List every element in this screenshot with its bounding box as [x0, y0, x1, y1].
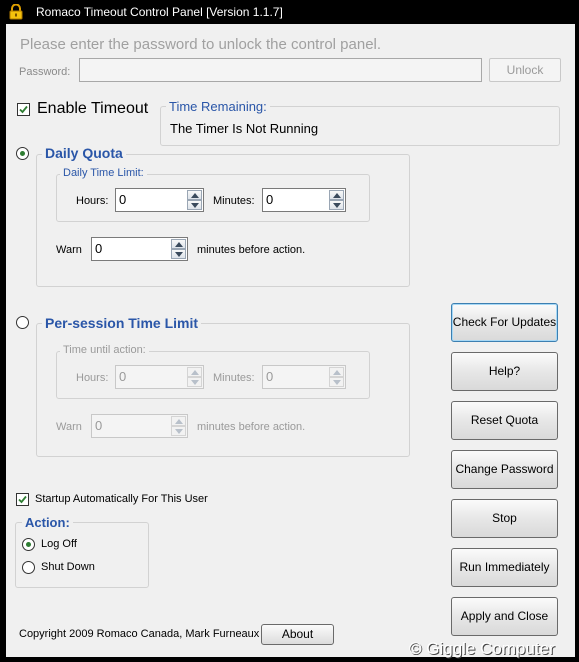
run-immediately-button[interactable]: Run Immediately	[451, 548, 558, 587]
shut-down-label: Shut Down	[41, 561, 95, 573]
action-label: Action:	[22, 515, 73, 530]
check-for-updates-button[interactable]: Check For Updates	[451, 303, 558, 342]
copyright-text: Copyright 2009 Romaco Canada, Mark Furne…	[19, 628, 260, 640]
spin-down-arrow-icon[interactable]	[329, 200, 344, 210]
lock-icon	[9, 4, 23, 20]
title-bar[interactable]: Romaco Timeout Control Panel [Version 1.…	[0, 0, 579, 24]
session-warn-suffix: minutes before action.	[197, 421, 306, 433]
session-warn-value: 0	[95, 418, 103, 433]
session-hours-spinner[interactable]: 0	[115, 365, 204, 389]
startup-label: Startup Automatically For This User	[35, 493, 208, 505]
startup-checkbox[interactable]	[16, 493, 29, 506]
enable-timeout-label: Enable Timeout	[37, 100, 149, 117]
spin-down-arrow-icon[interactable]	[329, 377, 344, 387]
control-panel: Please enter the password to unlock the …	[6, 24, 575, 657]
help-button[interactable]: Help?	[451, 352, 558, 391]
daily-time-limit-label: Daily Time Limit:	[60, 167, 147, 179]
session-hours-label: Hours:	[76, 372, 109, 384]
time-until-action-label: Time until action:	[60, 344, 149, 356]
daily-quota-label: Daily Quota	[42, 145, 126, 161]
daily-minutes-spinner[interactable]: 0	[262, 188, 346, 212]
daily-hours-label: Hours:	[76, 195, 109, 207]
time-remaining-value: The Timer Is Not Running	[170, 121, 319, 136]
window-title: Romaco Timeout Control Panel [Version 1.…	[36, 5, 283, 19]
spin-down-arrow-icon[interactable]	[171, 249, 186, 259]
daily-warn-label: Warn	[56, 244, 82, 256]
action-group	[15, 522, 149, 588]
change-password-button[interactable]: Change Password	[451, 450, 558, 489]
session-minutes-spinner[interactable]: 0	[262, 365, 346, 389]
session-hours-value: 0	[119, 369, 127, 384]
password-input[interactable]	[79, 58, 482, 82]
log-off-label: Log Off	[41, 538, 77, 550]
daily-warn-suffix: minutes before action.	[197, 244, 306, 256]
enable-timeout-checkbox[interactable]	[17, 103, 30, 116]
unlock-prompt: Please enter the password to unlock the …	[20, 36, 382, 53]
daily-warn-spinner[interactable]: 0	[91, 237, 188, 261]
checkmark-icon	[19, 105, 28, 114]
spin-down-arrow-icon[interactable]	[171, 426, 186, 436]
checkmark-icon	[18, 495, 27, 504]
spin-up-arrow-icon[interactable]	[187, 190, 202, 200]
daily-warn-value: 0	[95, 241, 103, 256]
spin-up-arrow-icon[interactable]	[329, 367, 344, 377]
daily-minutes-label: Minutes:	[213, 195, 255, 207]
daily-hours-value: 0	[119, 192, 127, 207]
apply-and-close-button[interactable]: Apply and Close	[451, 597, 558, 636]
daily-minutes-value: 0	[266, 192, 274, 207]
session-minutes-label: Minutes:	[213, 372, 255, 384]
time-remaining-label: Time Remaining:	[166, 99, 270, 114]
shut-down-radio[interactable]	[22, 561, 35, 574]
per-session-label: Per-session Time Limit	[42, 315, 202, 331]
session-minutes-value: 0	[266, 369, 274, 384]
daily-quota-radio[interactable]	[16, 147, 29, 160]
session-warn-label: Warn	[56, 421, 82, 433]
watermark: © Giggle Computer	[409, 639, 555, 658]
log-off-radio[interactable]	[22, 538, 35, 551]
reset-quota-button[interactable]: Reset Quota	[451, 401, 558, 440]
spin-up-arrow-icon[interactable]	[187, 367, 202, 377]
spin-up-arrow-icon[interactable]	[171, 239, 186, 249]
about-button[interactable]: About	[261, 624, 334, 645]
spin-down-arrow-icon[interactable]	[187, 200, 202, 210]
session-warn-spinner[interactable]: 0	[91, 414, 188, 438]
spin-up-arrow-icon[interactable]	[329, 190, 344, 200]
daily-hours-spinner[interactable]: 0	[115, 188, 204, 212]
unlock-button[interactable]: Unlock	[489, 58, 561, 82]
per-session-radio[interactable]	[16, 316, 29, 329]
spin-up-arrow-icon[interactable]	[171, 416, 186, 426]
spin-down-arrow-icon[interactable]	[187, 377, 202, 387]
stop-button[interactable]: Stop	[451, 499, 558, 538]
password-label: Password:	[19, 66, 71, 78]
